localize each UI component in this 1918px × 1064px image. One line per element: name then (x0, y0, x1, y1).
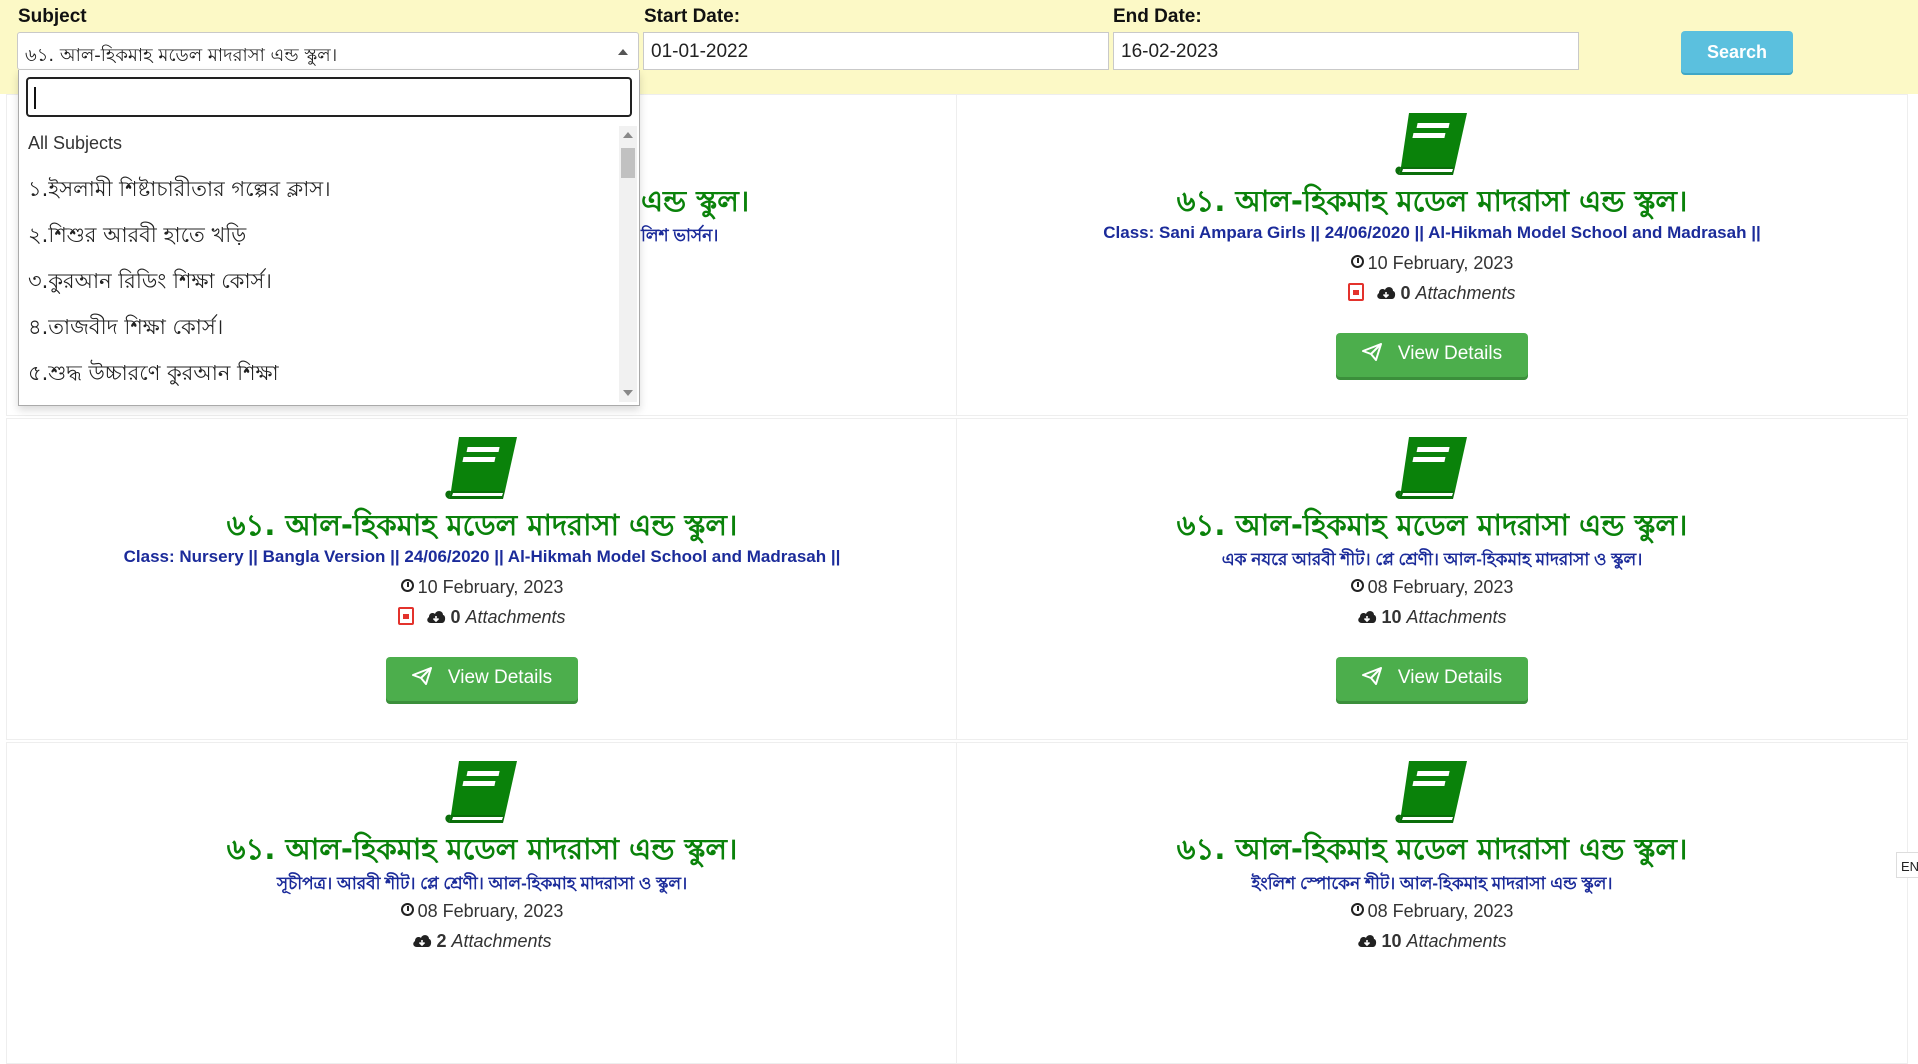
view-details-label: View Details (1397, 667, 1503, 688)
paper-plane-icon (1361, 343, 1382, 367)
view-details-label: View Details (1397, 343, 1503, 364)
card-subtitle: ইংলিশ স্পোকেন শীট। আল-হিকমাহ মাদরাসা এন্… (1251, 874, 1613, 893)
attachment-label: Attachments (1415, 283, 1516, 303)
dropdown-option[interactable]: ৩.কুরআন রিডিং শিক্ষা কোর্স। (19, 258, 615, 304)
subject-card: ৬১. আল-হিকমাহ মডেল মাদরাসা এন্ড স্কুল। ইং… (956, 742, 1908, 1064)
search-button[interactable]: Search (1681, 31, 1793, 73)
video-file-icon (398, 607, 415, 625)
card-attachments: 10 Attachments (957, 607, 1907, 629)
view-details-label: View Details (447, 667, 553, 688)
card-title: ৬১. আল-হিকমাহ মডেল মাদরাসা এন্ড স্কুল। (1176, 508, 1688, 542)
view-details-button[interactable]: View Details (1336, 333, 1528, 377)
card-date-text: 10 February, 2023 (1367, 253, 1514, 273)
subject-card: ৬১. আল-হিকমাহ মডেল মাদরাসা এন্ড স্কুল। সূ… (6, 742, 958, 1064)
cloud-download-icon (1357, 932, 1377, 953)
card-title: ৬১. আল-হিকমাহ মডেল মাদরাসা এন্ড স্কুল। (1176, 832, 1688, 866)
card-attachments: 0 Attachments (957, 283, 1907, 305)
card-subtitle: Class: Sani Ampara Girls || 24/06/2020 |… (1103, 223, 1761, 242)
dropdown-option-all-subjects[interactable]: All Subjects (19, 120, 615, 166)
card-date-text: 08 February, 2023 (1367, 901, 1514, 921)
card-date: 10 February, 2023 (7, 577, 957, 598)
dropdown-search-input[interactable] (26, 77, 632, 117)
attachment-label: Attachments (1406, 607, 1507, 627)
view-details-button[interactable]: View Details (1336, 657, 1528, 701)
view-details-button[interactable]: View Details (386, 657, 578, 701)
cloud-download-icon (426, 608, 446, 629)
start-date-input[interactable]: 01-01-2022 (643, 32, 1109, 70)
attachment-count: 2 (436, 931, 447, 951)
card-date-text: 08 February, 2023 (417, 901, 564, 921)
attachment-label: Attachments (1406, 931, 1507, 951)
card-title: ৬১. আল-হিকমাহ মডেল মাদরাসা এন্ড স্কুল। (226, 832, 738, 866)
card-date-text: 08 February, 2023 (1367, 577, 1514, 597)
subject-select[interactable]: ৬১. আল-হিকমাহ মডেল মাদরাসা এন্ড স্কুল। (17, 32, 639, 70)
card-attachments: 10 Attachments (957, 931, 1907, 953)
text-cursor (34, 87, 36, 109)
card-subtitle: সূচীপত্র। আরবী শীট। প্লে শ্রেণী। আল-হিকম… (276, 874, 688, 893)
clock-icon (400, 579, 414, 592)
book-icon (1391, 431, 1473, 503)
card-title: এন্ড স্কুল। (641, 184, 750, 218)
clock-icon (1350, 903, 1364, 916)
chevron-up-icon (618, 49, 628, 55)
card-attachments: 2 Attachments (7, 931, 957, 953)
card-date: 08 February, 2023 (7, 901, 957, 922)
card-subtitle: এক নযরে আরবী শীট। প্লে শ্রেণী। আল-হিকমাহ… (1221, 550, 1643, 569)
end-date-input[interactable]: 16-02-2023 (1113, 32, 1579, 70)
dropdown-option-list: All Subjects ১.ইসলামী শিষ্টাচারীতার গল্প… (19, 120, 615, 404)
attachment-label: Attachments (451, 931, 552, 951)
card-subtitle: লিশ ভার্সন। (641, 226, 719, 245)
attachment-count: 10 (1381, 931, 1402, 951)
scroll-up-arrow-icon[interactable] (623, 132, 633, 138)
scrollbar-thumb[interactable] (621, 148, 635, 178)
scroll-down-arrow-icon[interactable] (623, 390, 633, 396)
subject-card: ৬১. আল-হিকমাহ মডেল মাদরাসা এন্ড স্কুল। এক… (956, 418, 1908, 740)
subject-card: ৬১. আল-হিকমাহ মডেল মাদরাসা এন্ড স্কুল। Cl… (956, 94, 1908, 416)
card-title: ৬১. আল-হিকমাহ মডেল মাদরাসা এন্ড স্কুল। (1176, 184, 1688, 218)
paper-plane-icon (1361, 667, 1382, 691)
attachment-count: 0 (1400, 283, 1411, 303)
attachment-count: 0 (450, 607, 461, 627)
clock-icon (400, 903, 414, 916)
book-icon (441, 431, 523, 503)
card-date: 10 February, 2023 (957, 253, 1907, 274)
subject-card: ৬১. আল-হিকমাহ মডেল মাদরাসা এন্ড স্কুল। Cl… (6, 418, 958, 740)
end-date-label: End Date: (1113, 6, 1202, 27)
dropdown-option[interactable]: ৪.তাজবীদ শিক্ষা কোর্স। (19, 304, 615, 350)
card-date: 08 February, 2023 (957, 901, 1907, 922)
book-icon (1391, 755, 1473, 827)
paper-plane-icon (411, 667, 432, 691)
cloud-download-icon (1357, 608, 1377, 629)
attachment-count: 10 (1381, 607, 1402, 627)
attachment-label: Attachments (465, 607, 566, 627)
language-tab[interactable]: EN (1896, 852, 1918, 878)
subject-label: Subject (18, 6, 87, 27)
card-date: 08 February, 2023 (957, 577, 1907, 598)
dropdown-scrollbar[interactable] (619, 126, 637, 402)
cloud-download-icon (412, 932, 432, 953)
dropdown-option[interactable]: ১.ইসলামী শিষ্টাচারীতার গল্পের ক্লাস। (19, 166, 615, 212)
card-subtitle: Class: Nursery || Bangla Version || 24/0… (123, 547, 841, 566)
card-attachments: 0 Attachments (7, 607, 957, 629)
start-date-label: Start Date: (644, 6, 741, 27)
card-title: ৬১. আল-হিকমাহ মডেল মাদরাসা এন্ড স্কুল। (226, 508, 738, 542)
subject-select-value: ৬১. আল-হিকমাহ মডেল মাদরাসা এন্ড স্কুল। (25, 45, 338, 66)
dropdown-option[interactable]: ২.শিশুর আরবী হাতে খড়ি (19, 212, 615, 258)
dropdown-option[interactable]: ৫.শুদ্ধ উচ্চারণে কুরআন শিক্ষা (19, 350, 615, 396)
subject-dropdown: All Subjects ১.ইসলামী শিষ্টাচারীতার গল্প… (18, 70, 640, 406)
book-icon (1391, 107, 1473, 179)
cloud-download-icon (1376, 284, 1396, 305)
clock-icon (1350, 579, 1364, 592)
video-file-icon (1348, 283, 1365, 301)
clock-icon (1350, 255, 1364, 268)
book-icon (441, 755, 523, 827)
card-date-text: 10 February, 2023 (417, 577, 564, 597)
